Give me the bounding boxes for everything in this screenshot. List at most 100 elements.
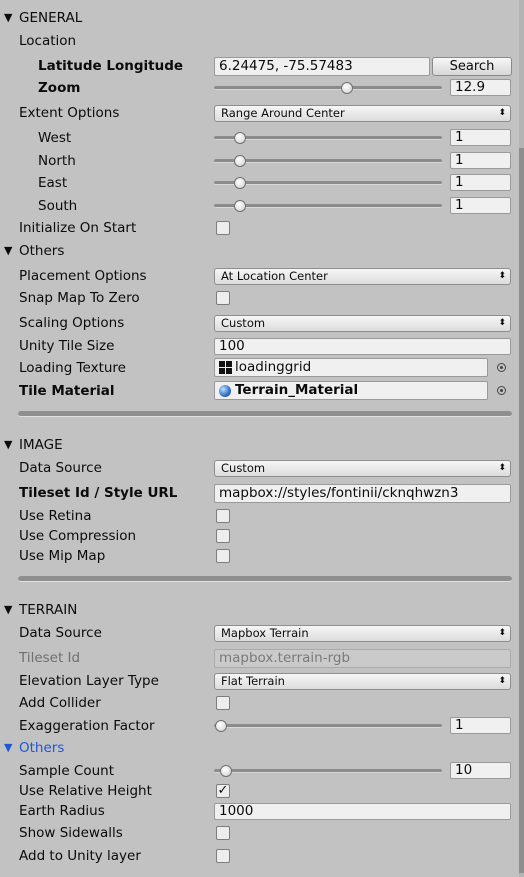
- exaggeration-thumb[interactable]: [215, 720, 227, 732]
- unity-tile-size-label: Unity Tile Size: [19, 338, 115, 354]
- add-collider-checkbox[interactable]: [216, 696, 230, 710]
- general-foldout[interactable]: ▼ GENERAL: [0, 8, 518, 28]
- scaling-options-value: Custom: [221, 316, 266, 330]
- extent-north-thumb[interactable]: [234, 155, 246, 167]
- search-button[interactable]: Search: [432, 57, 512, 76]
- image-foldout[interactable]: ▼ IMAGE: [0, 435, 518, 455]
- tile-material-value: Terrain_Material: [235, 382, 359, 398]
- terrain-foldout[interactable]: ▼ TERRAIN: [0, 600, 518, 620]
- zoom-input[interactable]: 12.9: [450, 79, 511, 96]
- extent-south-input[interactable]: 1: [450, 197, 511, 214]
- foldout-open-icon: ▼: [4, 244, 13, 257]
- latlon-input[interactable]: 6.24475, -75.57483: [214, 57, 430, 76]
- vertical-scrollbar-thumb[interactable]: [519, 148, 524, 873]
- add-to-unity-layer-checkbox[interactable]: [216, 849, 230, 863]
- others-foldout[interactable]: ▼ Others: [0, 241, 518, 261]
- extent-north-label: North: [38, 153, 76, 169]
- dropdown-arrow-icon: ⬍: [498, 108, 506, 118]
- terrain-others-header: Others: [19, 740, 65, 756]
- scaling-options-dropdown[interactable]: Custom ⬍: [214, 315, 511, 332]
- terrain-header: TERRAIN: [19, 602, 78, 618]
- image-data-source-label: Data Source: [19, 460, 102, 476]
- extent-east-slider[interactable]: [214, 181, 442, 185]
- placement-options-dropdown[interactable]: At Location Center ⬍: [214, 268, 511, 285]
- use-retina-label: Use Retina: [19, 508, 92, 524]
- extent-west-label: West: [38, 130, 72, 146]
- sample-count-thumb[interactable]: [220, 765, 232, 777]
- extent-south-slider[interactable]: [214, 204, 442, 208]
- extent-options-value: Range Around Center: [221, 106, 345, 120]
- extent-east-thumb[interactable]: [234, 177, 246, 189]
- object-picker-icon[interactable]: [497, 386, 506, 395]
- use-relative-height-label: Use Relative Height: [19, 783, 152, 799]
- use-retina-checkbox[interactable]: [216, 509, 230, 523]
- extent-east-input[interactable]: 1: [450, 174, 511, 191]
- foldout-open-icon: ▼: [4, 741, 13, 754]
- terrain-others-foldout[interactable]: ▼ Others: [0, 738, 518, 758]
- sample-count-label: Sample Count: [19, 763, 115, 779]
- extent-west-thumb[interactable]: [234, 132, 246, 144]
- zoom-slider-thumb[interactable]: [340, 82, 353, 94]
- exaggeration-slider[interactable]: [214, 724, 442, 728]
- unity-tile-size-input[interactable]: 100: [214, 338, 511, 355]
- use-relative-height-checkbox[interactable]: ✓: [216, 784, 230, 798]
- scaling-options-label: Scaling Options: [19, 315, 125, 331]
- extent-south-thumb[interactable]: [234, 200, 246, 212]
- terrain-data-source-dropdown[interactable]: Mapbox Terrain ⬍: [214, 625, 511, 642]
- dropdown-arrow-icon: ⬍: [498, 463, 506, 473]
- use-mip-map-checkbox[interactable]: [216, 549, 230, 563]
- zoom-label: Zoom: [38, 80, 81, 96]
- dropdown-arrow-icon: ⬍: [498, 676, 506, 686]
- exaggeration-factor-label: Exaggeration Factor: [19, 718, 155, 734]
- extent-north-row: North 1: [0, 151, 518, 171]
- extent-east-label: East: [38, 175, 68, 191]
- snap-map-checkbox[interactable]: [216, 291, 230, 305]
- foldout-open-icon: ▼: [4, 603, 13, 616]
- foldout-open-icon: ▼: [4, 11, 13, 24]
- extent-north-slider[interactable]: [214, 159, 442, 163]
- others-header: Others: [19, 243, 65, 259]
- use-compression-checkbox[interactable]: [216, 529, 230, 543]
- earth-radius-input[interactable]: 1000: [214, 803, 511, 820]
- tile-material-field[interactable]: Terrain_Material: [214, 381, 488, 400]
- show-sidewalls-label: Show Sidewalls: [19, 825, 123, 841]
- sample-count-input[interactable]: 10: [450, 762, 511, 779]
- location-label: Location: [19, 33, 77, 49]
- exaggeration-row: Exaggeration Factor 1: [0, 716, 518, 736]
- dropdown-arrow-icon: ⬍: [498, 271, 506, 281]
- extent-options-dropdown[interactable]: Range Around Center ⬍: [214, 105, 511, 122]
- sample-count-slider[interactable]: [214, 769, 442, 773]
- extent-south-row: South 1: [0, 196, 518, 216]
- earth-radius-label: Earth Radius: [19, 803, 105, 819]
- loading-texture-value: loadinggrid: [235, 359, 312, 375]
- object-picker-icon[interactable]: [497, 363, 506, 372]
- loading-texture-field[interactable]: loadinggrid: [214, 358, 488, 377]
- use-compression-label: Use Compression: [19, 528, 137, 544]
- general-header: GENERAL: [19, 10, 83, 26]
- elevation-layer-type-label: Elevation Layer Type: [19, 673, 159, 689]
- elevation-layer-type-dropdown[interactable]: Flat Terrain ⬍: [214, 673, 511, 690]
- extent-south-label: South: [38, 198, 78, 214]
- image-data-source-value: Custom: [221, 461, 266, 475]
- extent-west-slider[interactable]: [214, 136, 442, 140]
- image-header: IMAGE: [19, 437, 63, 453]
- placement-options-label: Placement Options: [19, 268, 147, 284]
- terrain-tileset-id-input: mapbox.terrain-rgb: [214, 649, 511, 668]
- sample-count-row: Sample Count 10: [0, 761, 518, 781]
- terrain-tileset-id-label: Tileset Id: [19, 650, 81, 666]
- add-collider-label: Add Collider: [19, 695, 101, 711]
- tileset-style-url-input[interactable]: mapbox://styles/fontinii/cknqhwzn3: [214, 484, 511, 503]
- extent-north-input[interactable]: 1: [450, 152, 511, 169]
- terrain-data-source-label: Data Source: [19, 625, 102, 641]
- snap-map-label: Snap Map To Zero: [19, 290, 140, 306]
- zoom-row: Zoom 12.9: [0, 78, 518, 98]
- show-sidewalls-checkbox[interactable]: [216, 826, 230, 840]
- zoom-slider-track[interactable]: [214, 86, 442, 90]
- exaggeration-input[interactable]: 1: [450, 717, 511, 734]
- initialize-on-start-checkbox[interactable]: [216, 221, 230, 235]
- extent-west-input[interactable]: 1: [450, 129, 511, 146]
- image-data-source-dropdown[interactable]: Custom ⬍: [214, 460, 511, 477]
- latlon-label: Latitude Longitude: [38, 58, 184, 74]
- extent-west-row: West 1: [0, 128, 518, 148]
- section-separator: [18, 576, 512, 582]
